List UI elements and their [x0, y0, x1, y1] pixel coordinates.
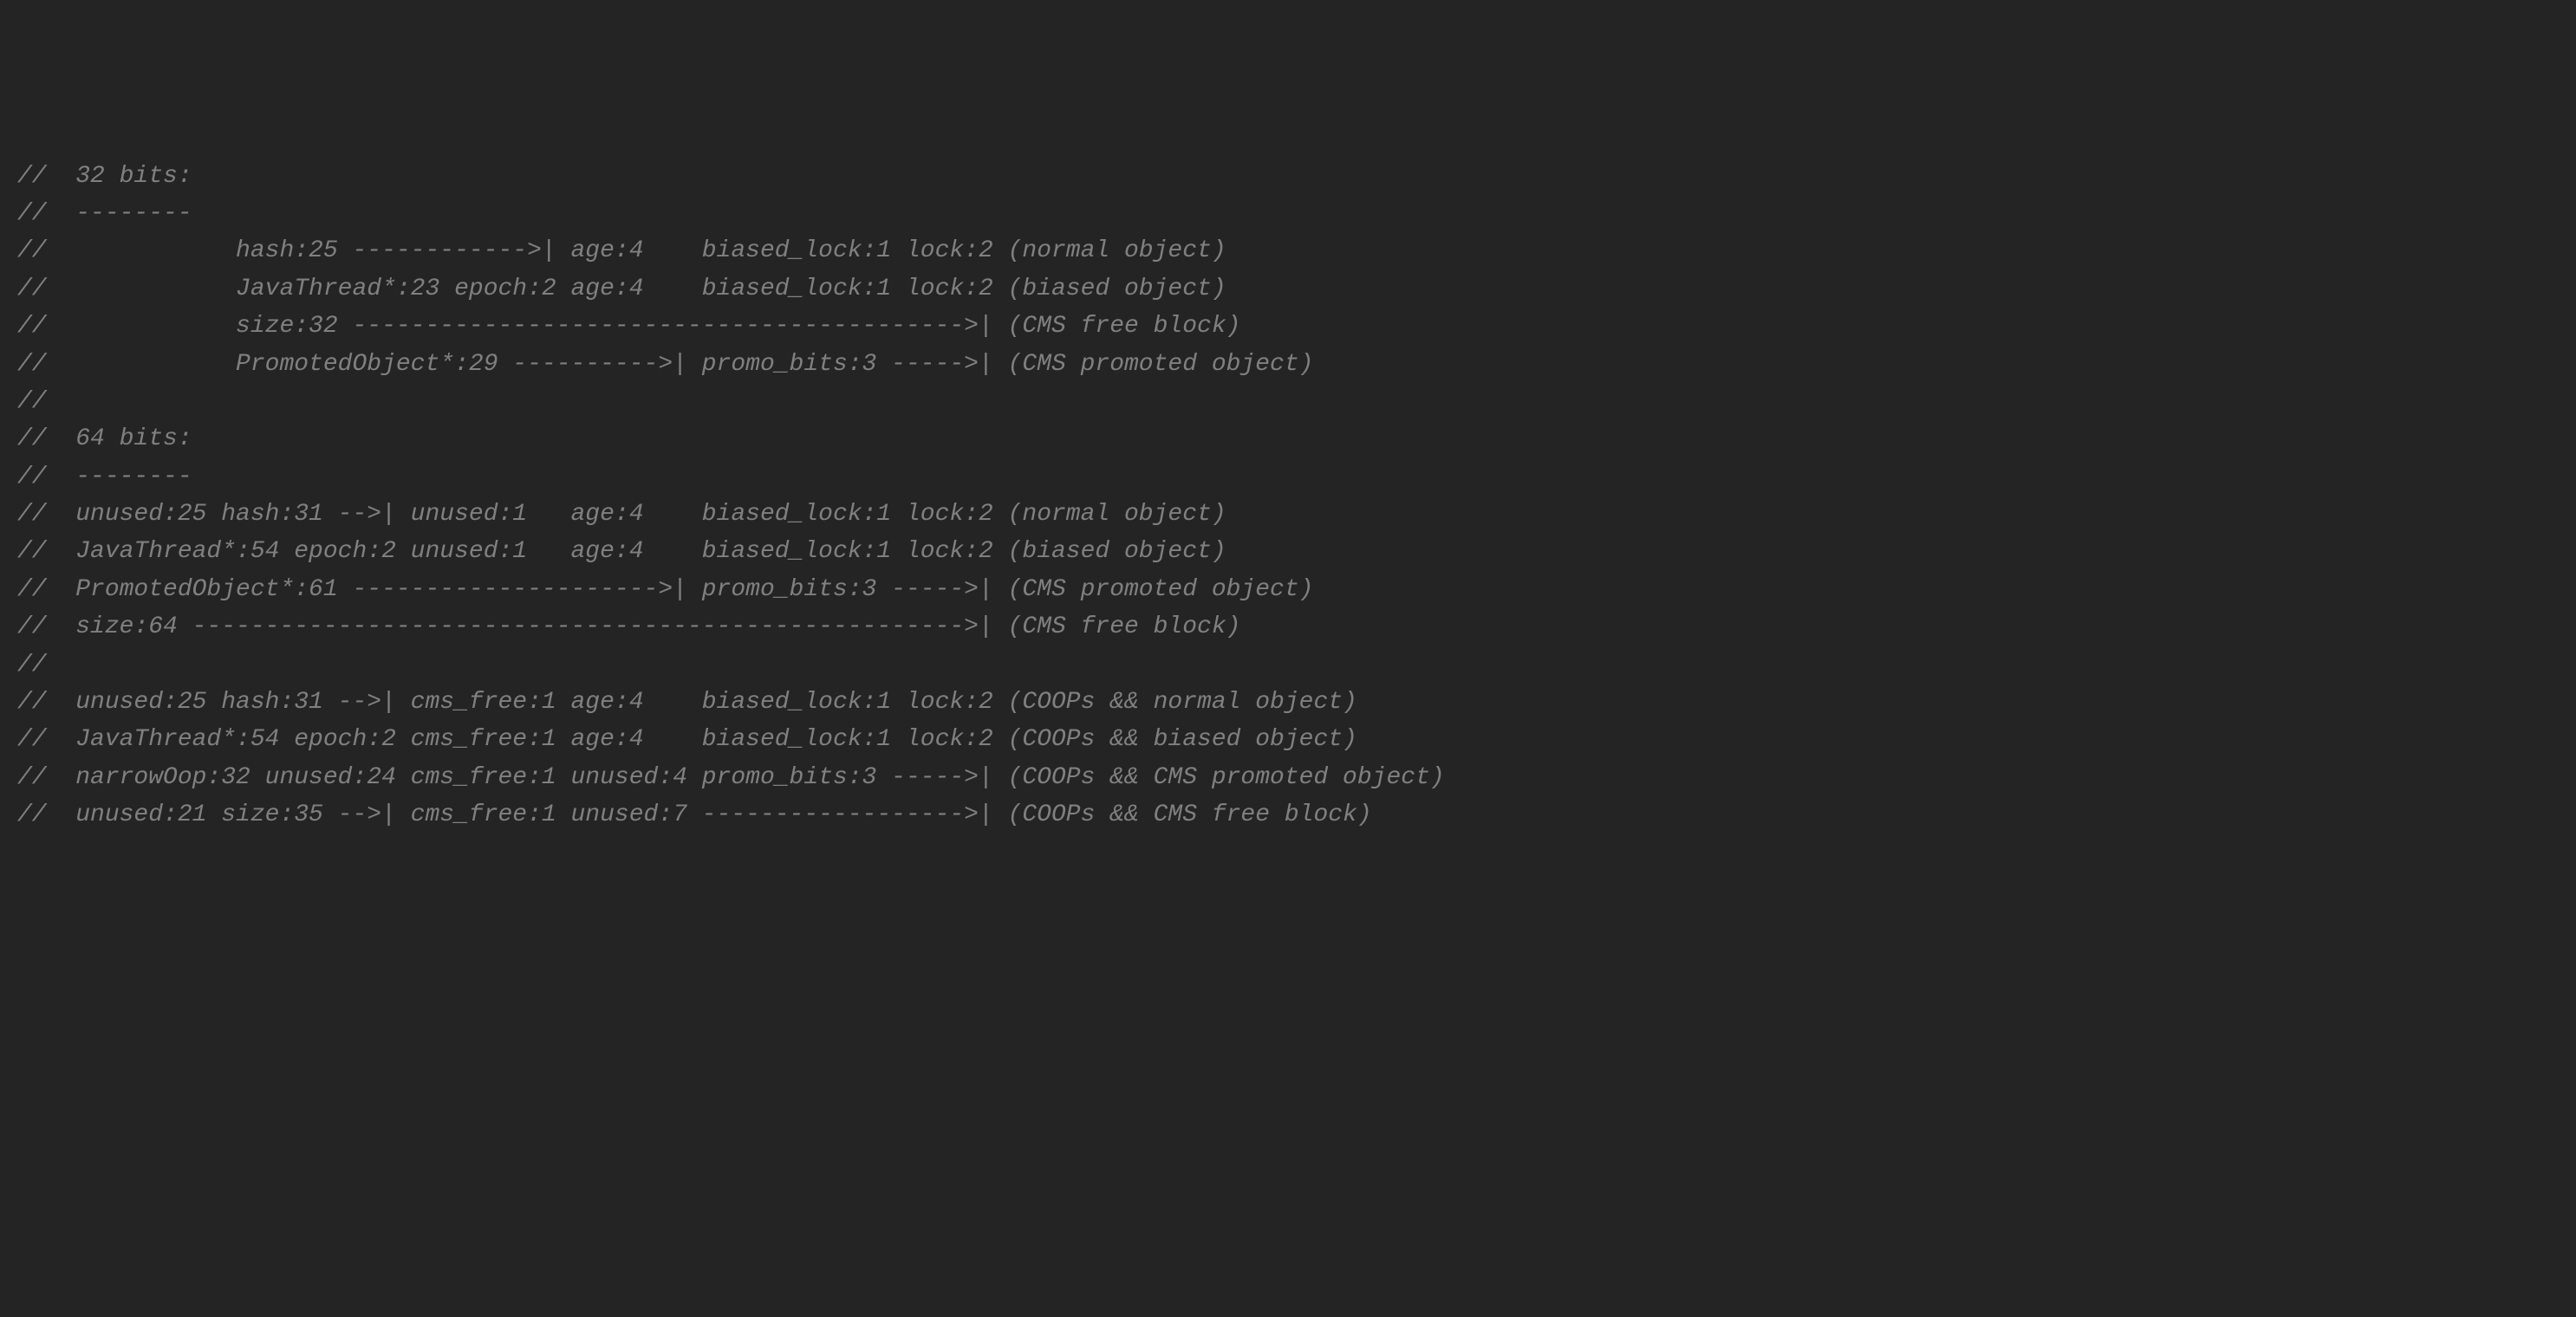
- comment-line: // narrowOop:32 unused:24 cms_free:1 unu…: [17, 759, 2559, 796]
- comment-line: // size:32 -----------------------------…: [17, 308, 2559, 345]
- comment-line: // --------: [17, 458, 2559, 496]
- comment-line: // --------: [17, 195, 2559, 232]
- code-comment-block: // 32 bits:// --------// hash:25 -------…: [17, 158, 2559, 834]
- comment-line: // JavaThread*:54 epoch:2 cms_free:1 age…: [17, 721, 2559, 758]
- comment-line: // unused:25 hash:31 -->| unused:1 age:4…: [17, 496, 2559, 533]
- comment-line: // JavaThread*:54 epoch:2 unused:1 age:4…: [17, 533, 2559, 570]
- comment-line: //: [17, 646, 2559, 684]
- comment-line: // unused:25 hash:31 -->| cms_free:1 age…: [17, 684, 2559, 721]
- comment-line: // unused:21 size:35 -->| cms_free:1 unu…: [17, 796, 2559, 834]
- comment-line: // 64 bits:: [17, 420, 2559, 457]
- comment-line: // hash:25 ------------>| age:4 biased_l…: [17, 232, 2559, 269]
- comment-line: // size:64 -----------------------------…: [17, 608, 2559, 646]
- comment-line: // PromotedObject*:61 ------------------…: [17, 571, 2559, 608]
- comment-line: // PromotedObject*:29 ---------->| promo…: [17, 346, 2559, 383]
- comment-line: // JavaThread*:23 epoch:2 age:4 biased_l…: [17, 270, 2559, 308]
- comment-line: // 32 bits:: [17, 158, 2559, 195]
- comment-line: //: [17, 383, 2559, 420]
